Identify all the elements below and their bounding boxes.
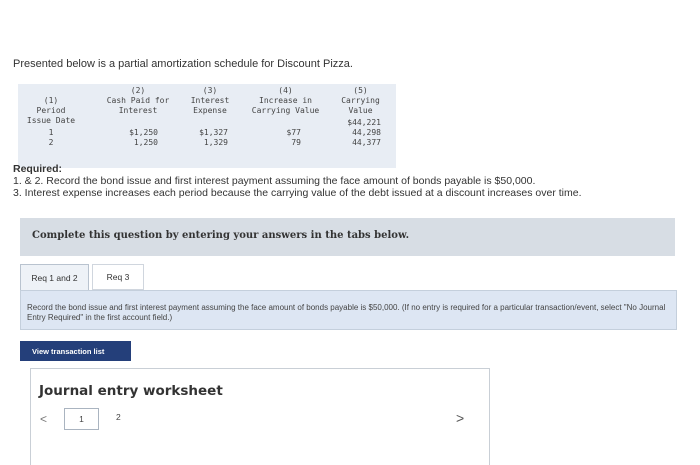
- intro-text: Presented below is a partial amortizatio…: [13, 58, 353, 70]
- row1-period: 1: [48, 128, 54, 137]
- row2-interest: 1,329: [203, 138, 228, 147]
- chevron-left-icon[interactable]: <: [40, 412, 47, 426]
- row1-cash: $1,250: [129, 128, 158, 137]
- row2-cash: 1,250: [133, 138, 158, 147]
- required-line-2: 3. Interest expense increases each perio…: [13, 187, 582, 199]
- journal-worksheet-title: Journal entry worksheet: [39, 383, 223, 399]
- journal-entry-worksheet: Journal entry worksheet: [30, 368, 490, 465]
- row1-carrying: 44,298: [352, 128, 381, 137]
- view-transaction-list-button[interactable]: View transaction list: [20, 341, 131, 361]
- page-2-button[interactable]: 2: [116, 412, 121, 422]
- col-header-cash: (2) Cash Paid for Interest: [106, 86, 170, 115]
- complete-banner-text: Complete this question by entering your …: [32, 230, 410, 241]
- amortization-schedule: (1) Period Issue Date (2) Cash Paid for …: [18, 84, 396, 168]
- required-line-1: 1. & 2. Record the bond issue and first …: [13, 175, 536, 187]
- issue-carrying-value: $44,221: [347, 118, 381, 127]
- page-1-button[interactable]: 1: [64, 408, 99, 430]
- instruction-text: Record the bond issue and first interest…: [27, 303, 666, 322]
- col-header-period: (1) Period Issue Date: [26, 96, 76, 125]
- row2-carrying: 44,377: [352, 138, 381, 147]
- tab-req-3[interactable]: Req 3: [92, 264, 144, 290]
- row2-increase: 79: [291, 138, 301, 147]
- tab-req-1-and-2[interactable]: Req 1 and 2: [20, 264, 89, 290]
- col-header-carrying: (5) Carrying Value: [341, 86, 380, 115]
- row1-increase: $77: [286, 128, 301, 137]
- complete-banner: Complete this question by entering your …: [20, 218, 675, 256]
- chevron-right-icon[interactable]: >: [456, 410, 464, 426]
- col-header-increase: (4) Increase in Carrying Value: [251, 86, 320, 115]
- instruction-panel: Record the bond issue and first interest…: [20, 290, 677, 330]
- row1-interest: $1,327: [199, 128, 228, 137]
- required-heading: Required:: [13, 163, 63, 175]
- required-section: Required: 1. & 2. Record the bond issue …: [13, 163, 582, 199]
- col-header-interest: (3) Interest Expense: [190, 86, 230, 115]
- row2-period: 2: [48, 138, 54, 147]
